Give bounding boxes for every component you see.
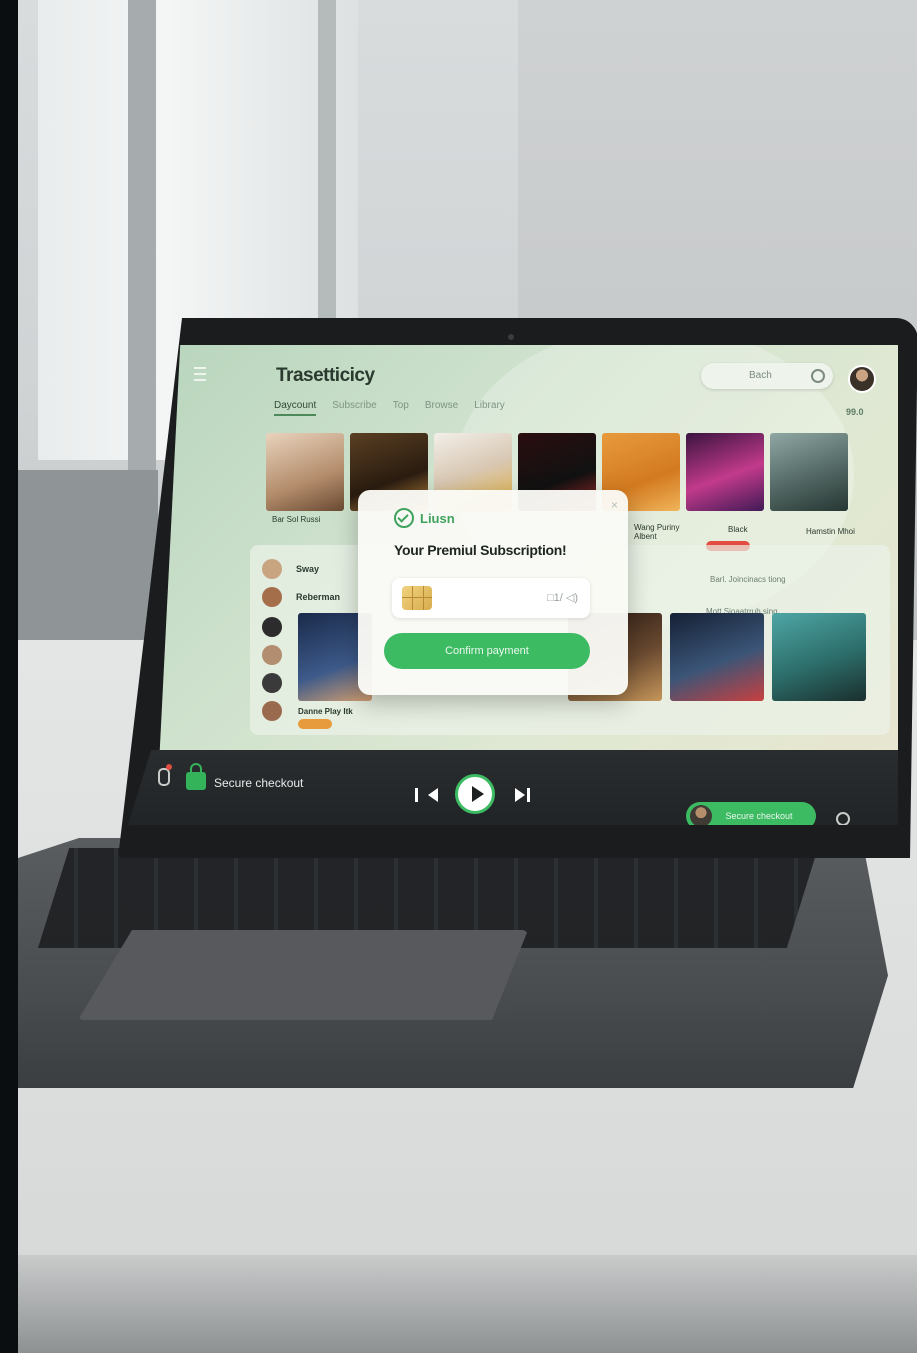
left-border [0,0,18,1353]
status-badge [298,719,332,729]
avatar [262,587,282,607]
search-text: Bach [749,370,772,381]
list-item-label: Reberman [296,592,341,602]
list-caption: Danne Play Itk [298,707,353,716]
search-input[interactable]: Bach [701,363,833,389]
play-button[interactable] [455,774,495,814]
webcam [508,334,514,340]
power-icon[interactable] [836,812,850,825]
search-icon[interactable] [811,369,825,383]
laptop-screen: Trasetticicy Daycount Subscribe Top Brow… [158,345,898,785]
album-caption: Hamstin Mhoi [806,527,855,536]
avatar [262,701,282,721]
avatar [262,645,282,665]
app-title: Trasetticicy [276,365,375,386]
avatar [690,805,712,825]
window-frame [128,0,156,470]
corner-label: 99.0 [846,407,864,417]
desk-edge [18,1255,917,1353]
previous-track-icon[interactable] [415,788,438,802]
avatar [262,673,282,693]
payment-modal: × Liusn Your Premiul Subscription! □1/ ◁… [358,490,628,695]
card-meta: □1/ ◁) [547,592,578,604]
brand-logo: Liusn [394,508,455,528]
office-scene: Trasetticicy Daycount Subscribe Top Brow… [18,0,917,1353]
close-icon[interactable]: × [611,498,618,512]
checkmark-icon [394,508,414,528]
album-cover[interactable] [770,433,848,511]
player-bar: Secure checkout Secure checkout [128,750,898,825]
lock-icon [186,763,206,790]
recording-dot [166,764,172,770]
list-item-label: Sway [296,564,320,574]
modal-heading: Your Premiul Subscription! [394,542,567,558]
album-caption: Bar Sol Russi [272,515,321,524]
list-item[interactable]: Sway [262,559,319,579]
card-chip-icon [402,586,432,610]
user-avatar[interactable] [848,365,876,393]
confirm-payment-button[interactable]: Confirm payment [384,633,590,669]
avatar [262,559,282,579]
list-item[interactable]: Reberman [262,587,340,607]
list-right-text: Barl. Joincinacs tiong [710,575,786,584]
menu-icon[interactable] [194,367,206,381]
album-cover[interactable] [670,613,764,701]
album-cover[interactable] [772,613,866,701]
album-caption: Wang Puriny Albent [634,523,680,541]
secure-checkout-label: Secure checkout [214,776,304,790]
background-shelf [18,470,158,650]
avatar [262,617,282,637]
laptop-trackpad [78,930,528,1020]
tab-bar: Daycount Subscribe Top Browse Library [274,400,505,416]
tab-daycount[interactable]: Daycount [274,400,317,416]
card-number-field[interactable]: □1/ ◁) [392,578,590,618]
album-cover[interactable] [266,433,344,511]
album-caption: Black [728,525,748,534]
album-cover[interactable] [686,433,764,511]
tab-subscribe[interactable]: Subscribe [332,400,376,416]
tab-top[interactable]: Top [393,400,409,416]
brand-name: Liusn [420,510,455,526]
tab-library[interactable]: Library [474,400,505,416]
tab-browse[interactable]: Browse [425,400,458,416]
next-track-icon[interactable] [515,788,530,802]
microphone-icon[interactable] [158,768,170,786]
